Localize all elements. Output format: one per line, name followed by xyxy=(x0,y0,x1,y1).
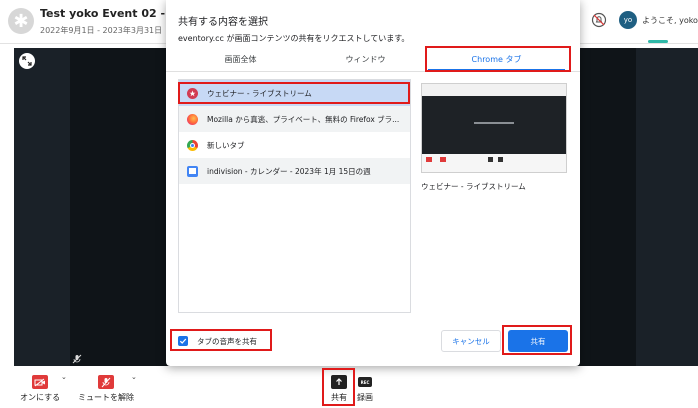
avatar[interactable]: yo xyxy=(619,11,637,29)
list-item[interactable]: 新しいタブ xyxy=(179,132,410,158)
tab-list: ウェビナー - ライブストリーム Mozilla から真逃、プライベート、無料の… xyxy=(178,79,411,313)
share-audio-checkbox[interactable] xyxy=(178,336,188,346)
list-item-label: indivision - カレンダー - 2023年 1月 15日の週 xyxy=(207,166,371,176)
record-button[interactable]: REC 録画 xyxy=(357,375,373,403)
header-divider-right xyxy=(580,43,698,44)
notification-icon[interactable] xyxy=(591,12,607,28)
chrome-icon xyxy=(187,139,198,151)
mic-button[interactable]: ミュートを解除 xyxy=(78,375,134,403)
calendar-icon xyxy=(187,165,198,177)
mic-off-icon xyxy=(98,375,114,389)
camera-button[interactable]: オンにする xyxy=(20,375,60,403)
list-item[interactable]: ウェビナー - ライブストリーム xyxy=(179,80,410,106)
share-picker-dialog: 共有する内容を選択 eventory.cc が画面コンテンツの共有をリクエストし… xyxy=(166,0,580,366)
list-item[interactable]: Mozilla から真逃、プライベート、無料の Firefox ブラ... xyxy=(179,106,410,132)
share-audio-label[interactable]: タブの音声を共有 xyxy=(197,336,257,347)
list-item-label: Mozilla から真逃、プライベート、無料の Firefox ブラ... xyxy=(207,114,400,124)
preview-title: ウェビナー - ライブストリーム xyxy=(421,182,526,191)
tab-window[interactable]: ウィンドウ xyxy=(303,48,428,70)
share-screen-label: 共有 xyxy=(331,393,347,402)
record-label: 録画 xyxy=(357,393,373,402)
dialog-title: 共有する内容を選択 xyxy=(178,17,268,28)
header-divider xyxy=(0,43,166,44)
app-logo[interactable]: ✱ xyxy=(8,8,34,34)
share-button[interactable]: 共有 xyxy=(508,330,568,352)
mic-chevron-down-icon[interactable]: ⌄ xyxy=(131,373,137,381)
share-screen-button[interactable]: 共有 xyxy=(331,375,347,403)
firefox-icon xyxy=(187,113,198,125)
tab-entire-screen[interactable]: 画面全体 xyxy=(178,48,303,70)
video-stage-left-panel xyxy=(14,48,70,366)
record-badge: REC xyxy=(360,379,370,385)
list-item-label: 新しいタブ xyxy=(207,140,245,150)
share-screen-icon xyxy=(331,375,347,389)
bottom-toolbar: オンにする ⌄ ミュートを解除 ⌄ 共有 REC 録画 xyxy=(0,366,698,408)
welcome-text[interactable]: ようこそ, yoko xyxy=(642,15,698,26)
event-dates: 2022年9月1日 - 2023年3月31日 xyxy=(40,26,163,35)
mic-label: ミュートを解除 xyxy=(78,393,134,402)
tab-chrome-tab[interactable]: Chrome タブ xyxy=(428,48,565,70)
event-title: Test yoko Event 02 - Regi xyxy=(40,7,168,20)
camera-off-icon xyxy=(32,375,49,389)
list-item-label: ウェビナー - ライブストリーム xyxy=(207,88,312,98)
preview-text-line xyxy=(474,122,514,124)
camera-label: オンにする xyxy=(20,393,61,402)
dialog-subtitle: eventory.cc が画面コンテンツの共有をリクエストしています。 xyxy=(178,34,410,43)
video-stage-right-panel xyxy=(636,48,698,366)
preview-controls xyxy=(422,154,566,172)
list-item[interactable]: indivision - カレンダー - 2023年 1月 15日の週 xyxy=(179,158,410,184)
mic-muted-icon xyxy=(72,354,82,364)
eventory-icon xyxy=(187,87,198,99)
cancel-button[interactable]: キャンセル xyxy=(441,330,501,352)
expand-icon[interactable] xyxy=(19,53,35,69)
record-icon: REC xyxy=(358,377,372,387)
tabs-divider xyxy=(166,71,580,72)
tab-preview-thumbnail xyxy=(421,83,567,173)
preview-toolbar xyxy=(422,84,566,96)
camera-chevron-down-icon[interactable]: ⌄ xyxy=(61,373,67,381)
